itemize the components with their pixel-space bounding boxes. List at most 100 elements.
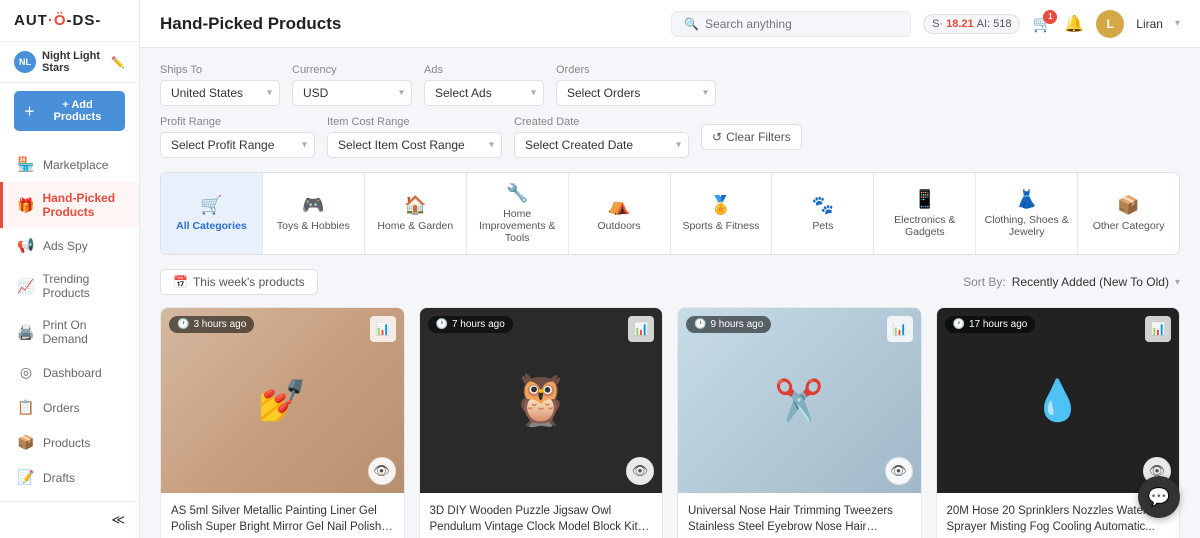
ads-select[interactable]: Select Ads	[424, 80, 544, 106]
cat-toys-hobbies[interactable]: 🎮 Toys & Hobbies	[263, 173, 365, 254]
filters-row-1: Ships To United States Currency USD Ads	[160, 64, 1180, 106]
profit-group: Profit Range Select Profit Range	[160, 116, 315, 158]
product-emoji-4: 💧	[937, 308, 1180, 493]
notification-badge: 1	[1043, 10, 1057, 24]
print-label: Print On Demand	[42, 318, 125, 346]
orders-label: Orders	[556, 64, 716, 76]
all-categories-label: All Categories	[176, 220, 247, 232]
sidebar-item-dashboard[interactable]: ◎ Dashboard	[0, 355, 139, 390]
chart-button-4[interactable]: 📊	[1145, 316, 1171, 342]
time-badge-1: 🕐 3 hours ago	[169, 316, 254, 333]
item-cost-select[interactable]: Select Item Cost Range	[327, 132, 502, 158]
edit-store-icon[interactable]: ✏️	[111, 56, 125, 69]
created-date-select[interactable]: Select Created Date	[514, 132, 689, 158]
cat-all-categories[interactable]: 🛒 All Categories	[161, 173, 263, 254]
sidebar-item-print-demand[interactable]: 🖨️ Print On Demand	[0, 309, 139, 355]
sidebar-item-orders[interactable]: 📋 Orders	[0, 390, 139, 425]
search-icon: 🔍	[684, 17, 699, 31]
orders-group: Orders Select Orders	[556, 64, 716, 106]
cat-home-garden[interactable]: 🏠 Home & Garden	[365, 173, 467, 254]
eye-button-1[interactable]: 👁	[368, 457, 396, 485]
toys-icon: 🎮	[302, 195, 324, 216]
trending-label: Trending Products	[42, 272, 125, 300]
sidebar-item-products[interactable]: 📦 Products	[0, 425, 139, 460]
add-products-button[interactable]: ＋ + Add Products	[14, 91, 125, 131]
ads-spy-label: Ads Spy	[43, 239, 88, 253]
dashboard-icon: ◎	[17, 364, 35, 381]
ads-select-wrap: Select Ads	[424, 80, 544, 106]
trending-icon: 📈	[17, 278, 34, 295]
sort-by-label: Sort By:	[963, 275, 1006, 289]
chart-button-1[interactable]: 📊	[370, 316, 396, 342]
bell-icon-wrap[interactable]: 🔔	[1064, 14, 1084, 34]
main-content: Hand-Picked Products 🔍 S· 18.21 AI: 518 …	[140, 0, 1200, 538]
product-emoji-3: ✂️	[678, 308, 921, 493]
ai-label: AI:	[977, 18, 990, 30]
sidebar-item-hand-picked[interactable]: 🎁 Hand-Picked Products	[0, 182, 139, 228]
eye-button-3[interactable]: 👁	[885, 457, 913, 485]
sports-label: Sports & Fitness	[682, 220, 759, 232]
clock-icon-1: 🕐	[177, 319, 189, 330]
header-right: 🔍 S· 18.21 AI: 518 🛒 1 🔔 L Liran ▾	[671, 10, 1180, 38]
profit-label: Profit Range	[160, 116, 315, 128]
product-name-3: Universal Nose Hair Trimming Tweezers St…	[688, 503, 911, 535]
pets-icon: 🐾	[812, 195, 834, 216]
collapse-button[interactable]: ≪	[0, 501, 139, 538]
search-input[interactable]	[705, 17, 898, 31]
pets-label: Pets	[812, 220, 833, 232]
store-avatar: NL	[14, 51, 36, 73]
ships-to-group: Ships To United States	[160, 64, 280, 106]
score-label: S·	[932, 18, 943, 30]
sidebar-item-marketplace[interactable]: 🏪 Marketplace	[0, 147, 139, 182]
eye-button-2[interactable]: 👁	[626, 457, 654, 485]
chart-button-3[interactable]: 📊	[887, 316, 913, 342]
logo-area: AUT·Ö-DS-	[0, 0, 139, 42]
cat-other[interactable]: 📦 Other Category	[1078, 173, 1179, 254]
sort-by-control: Sort By: Recently Added (New To Old) ▾	[963, 275, 1180, 289]
products-icon: 📦	[17, 434, 35, 451]
sidebar-item-drafts[interactable]: 📝 Drafts	[0, 460, 139, 495]
cat-pets[interactable]: 🐾 Pets	[772, 173, 874, 254]
this-week-label: This week's products	[193, 275, 305, 289]
orders-label: Orders	[43, 401, 80, 415]
drafts-label: Drafts	[43, 471, 75, 485]
created-date-select-wrap: Select Created Date	[514, 132, 689, 158]
this-week-button[interactable]: 📅 This week's products	[160, 269, 318, 295]
drafts-icon: 📝	[17, 469, 35, 486]
ships-to-select[interactable]: United States	[160, 80, 280, 106]
currency-select[interactable]: USD	[292, 80, 412, 106]
chat-button[interactable]: 💬	[1138, 476, 1180, 518]
chart-button-2[interactable]: 📊	[628, 316, 654, 342]
item-cost-select-wrap: Select Item Cost Range	[327, 132, 502, 158]
cat-outdoors[interactable]: ⛺ Outdoors	[569, 173, 671, 254]
currency-label: Currency	[292, 64, 412, 76]
ships-to-select-wrap: United States	[160, 80, 280, 106]
cat-home-improvements[interactable]: 🔧 Home Improvements & Tools	[467, 173, 569, 254]
toys-label: Toys & Hobbies	[277, 220, 350, 232]
orders-select-wrap: Select Orders	[556, 80, 716, 106]
other-label: Other Category	[1093, 220, 1165, 232]
time-badge-2: 🕐 7 hours ago	[428, 316, 513, 333]
time-text-1: 3 hours ago	[193, 319, 246, 330]
sidebar-item-ads-spy[interactable]: 📢 Ads Spy	[0, 228, 139, 263]
time-badge-4: 🕐 17 hours ago	[945, 316, 1036, 333]
user-chevron-icon[interactable]: ▾	[1175, 18, 1180, 29]
search-box[interactable]: 🔍	[671, 11, 911, 37]
sidebar-item-trending[interactable]: 📈 Trending Products	[0, 263, 139, 309]
marketplace-label: Marketplace	[43, 158, 108, 172]
profit-select[interactable]: Select Profit Range	[160, 132, 315, 158]
store-selector[interactable]: NL Night Light Stars ✏️	[0, 42, 139, 83]
cat-clothing[interactable]: 👗 Clothing, Shoes & Jewelry	[976, 173, 1078, 254]
currency-group: Currency USD	[292, 64, 412, 106]
products-toolbar: 📅 This week's products Sort By: Recently…	[160, 269, 1180, 295]
content-area: Ships To United States Currency USD Ads	[140, 48, 1200, 538]
sort-chevron-icon[interactable]: ▾	[1175, 277, 1180, 288]
cat-electronics[interactable]: 📱 Electronics & Gadgets	[874, 173, 976, 254]
notification-bell[interactable]: 🛒 1	[1032, 14, 1052, 34]
cat-sports-fitness[interactable]: 🏅 Sports & Fitness	[671, 173, 773, 254]
home-garden-label: Home & Garden	[377, 220, 453, 232]
orders-select[interactable]: Select Orders	[556, 80, 716, 106]
all-categories-icon: 🛒	[200, 195, 222, 216]
time-text-3: 9 hours ago	[710, 319, 763, 330]
clear-filters-button[interactable]: ↺ Clear Filters	[701, 124, 802, 150]
